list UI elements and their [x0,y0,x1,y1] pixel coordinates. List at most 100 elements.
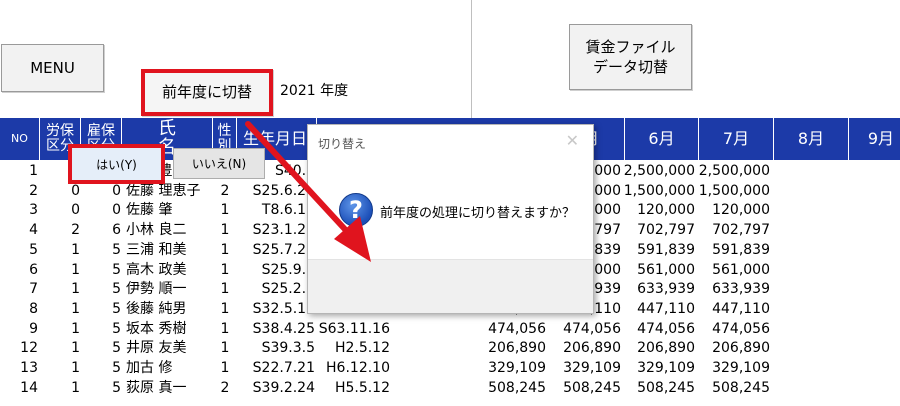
cell-join[interactable]: H2.5.12 [316,339,390,358]
cell-m7[interactable]: 561,000 [697,261,770,280]
cell-no[interactable]: 1 [0,162,38,181]
cell-birth[interactable]: S38.4.25 [237,320,315,339]
cell-name[interactable]: 加古 修 [126,359,212,378]
cell-sex[interactable]: 1 [213,300,237,319]
cell-join[interactable]: S63.11.16 [316,320,390,339]
cell-m7[interactable]: 2,500,000 [697,162,770,181]
cell-sex[interactable]: 1 [213,280,237,299]
cell-sex[interactable]: 1 [213,359,237,378]
cell-no[interactable]: 4 [0,221,38,240]
cell-m7[interactable]: 120,000 [697,201,770,220]
cell-rouho[interactable]: 1 [40,300,80,319]
cell-m6[interactable]: 561,000 [622,261,695,280]
cell-name[interactable]: 伊勢 順一 [126,280,212,299]
cell-m7[interactable]: 474,056 [697,320,770,339]
cell-no[interactable]: 14 [0,379,38,398]
cell-join[interactable]: H6.12.10 [316,359,390,378]
close-icon[interactable]: ✕ [566,131,579,150]
cell-koho[interactable]: 0 [81,201,121,220]
cell-m6[interactable]: 474,056 [622,320,695,339]
cell-m7[interactable]: 447,110 [697,300,770,319]
cell-sex[interactable]: 1 [213,320,237,339]
cell-name[interactable]: 佐藤 肇 [126,201,212,220]
cell-m4[interactable]: 508,245 [472,379,546,398]
cell-m6[interactable]: 120,000 [622,201,695,220]
cell-rouho[interactable]: 1 [40,241,80,260]
cell-koho[interactable]: 5 [81,261,121,280]
cell-m6[interactable]: 591,839 [622,241,695,260]
cell-m6[interactable]: 702,797 [622,221,695,240]
cell-name[interactable]: 佐藤 理恵子 [126,182,212,201]
cell-rouho[interactable]: 1 [40,261,80,280]
cell-no[interactable]: 5 [0,241,38,260]
cell-sex[interactable]: 1 [213,261,237,280]
cell-m5[interactable]: 329,109 [548,359,621,378]
no-button[interactable]: いいえ(N) [173,148,265,179]
cell-m6[interactable]: 1,500,000 [622,182,695,201]
cell-m5[interactable]: 206,890 [548,339,621,358]
cell-no[interactable]: 13 [0,359,38,378]
cell-birth[interactable]: S32.5.12 [237,300,315,319]
cell-m5[interactable]: 508,245 [548,379,621,398]
cell-rouho[interactable]: 0 [40,182,80,201]
cell-rouho[interactable]: 0 [40,201,80,220]
cell-no[interactable]: 2 [0,182,38,201]
cell-m6[interactable]: 447,110 [622,300,695,319]
wage-file-switch-button[interactable]: 賃金ファイル データ切替 [569,24,692,90]
cell-no[interactable]: 12 [0,339,38,358]
cell-no[interactable]: 8 [0,300,38,319]
cell-birth[interactable]: T8.6.18 [237,201,315,220]
cell-rouho[interactable]: 1 [40,379,80,398]
cell-name[interactable]: 坂本 秀樹 [126,320,212,339]
cell-sex[interactable]: 1 [213,241,237,260]
cell-sex[interactable]: 1 [213,339,237,358]
menu-button[interactable]: MENU [1,44,104,92]
cell-birth[interactable]: S25.7.20 [237,241,315,260]
cell-m4[interactable]: 329,109 [472,359,546,378]
cell-m6[interactable]: 2,500,000 [622,162,695,181]
cell-m6[interactable]: 633,939 [622,280,695,299]
cell-rouho[interactable]: 1 [40,280,80,299]
cell-m7[interactable]: 702,797 [697,221,770,240]
cell-name[interactable]: 井原 友美 [126,339,212,358]
cell-birth[interactable]: S25.9.2 [237,261,315,280]
cell-sex[interactable]: 2 [213,182,237,201]
cell-no[interactable]: 9 [0,320,38,339]
cell-no[interactable]: 7 [0,280,38,299]
cell-birth[interactable]: S25.6.26 [237,182,315,201]
cell-birth[interactable]: S39.2.24 [237,379,315,398]
cell-rouho[interactable]: 1 [40,320,80,339]
cell-m7[interactable]: 206,890 [697,339,770,358]
cell-m6[interactable]: 508,245 [622,379,695,398]
cell-koho[interactable]: 5 [81,300,121,319]
cell-m7[interactable]: 329,109 [697,359,770,378]
switch-to-previous-year-button[interactable]: 前年度に切替 [141,69,273,116]
cell-rouho[interactable]: 2 [40,221,80,240]
cell-name[interactable]: 高木 政美 [126,261,212,280]
cell-no[interactable]: 6 [0,261,38,280]
cell-name[interactable]: 荻原 真一 [126,379,212,398]
cell-sex[interactable]: 1 [213,221,237,240]
cell-m7[interactable]: 633,939 [697,280,770,299]
yes-button[interactable]: はい(Y) [68,144,165,184]
cell-m7[interactable]: 508,245 [697,379,770,398]
cell-name[interactable]: 小林 良二 [126,221,212,240]
cell-join[interactable]: H5.5.12 [316,379,390,398]
cell-name[interactable]: 三浦 和美 [126,241,212,260]
cell-rouho[interactable]: 1 [40,359,80,378]
cell-m5[interactable]: 474,056 [548,320,621,339]
cell-birth[interactable]: S22.7.21 [237,359,315,378]
cell-rouho[interactable]: 1 [40,339,80,358]
cell-name[interactable]: 後藤 純男 [126,300,212,319]
cell-m6[interactable]: 206,890 [622,339,695,358]
cell-koho[interactable]: 5 [81,339,121,358]
cell-sex[interactable]: 1 [213,201,237,220]
cell-no[interactable]: 3 [0,201,38,220]
cell-koho[interactable]: 5 [81,241,121,260]
cell-koho[interactable]: 0 [81,182,121,201]
cell-m6[interactable]: 329,109 [622,359,695,378]
cell-sex[interactable]: 2 [213,379,237,398]
cell-m4[interactable]: 474,056 [472,320,546,339]
cell-koho[interactable]: 6 [81,221,121,240]
cell-m7[interactable]: 1,500,000 [697,182,770,201]
